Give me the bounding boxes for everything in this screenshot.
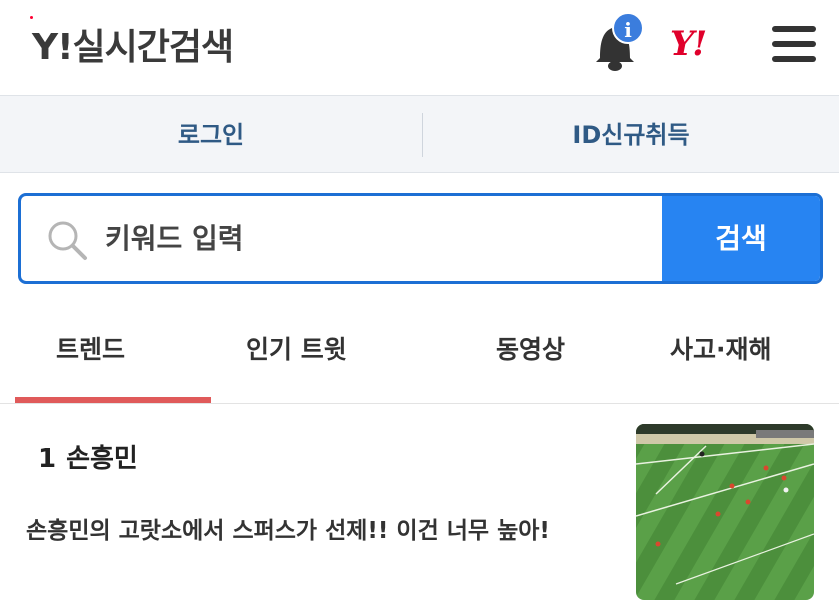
trend-keyword[interactable]: 손흥민 <box>66 444 138 474</box>
trend-thumbnail[interactable] <box>636 424 814 600</box>
login-link[interactable]: 로그인 <box>0 96 422 174</box>
menu-bar <box>772 26 816 32</box>
hamburger-menu-icon[interactable] <box>772 24 816 64</box>
trend-rank-line: 1 손흥민 <box>38 438 138 475</box>
search-icon <box>48 221 87 260</box>
trend-headline[interactable]: 손흥민의 고랏소에서 스퍼스가 선제!! 이건 너무 높아! <box>26 509 586 553</box>
trend-item[interactable]: 1 손흥민 손흥민의 고랏소에서 스퍼스가 선제!! 이건 너무 높아! <box>0 405 839 600</box>
auth-bar: 로그인 ID신규취득 <box>0 95 839 173</box>
register-link[interactable]: ID신규취득 <box>423 96 839 174</box>
search-button[interactable]: 검색 <box>662 196 820 281</box>
app-title[interactable]: Y!실시간검색 <box>32 18 234 70</box>
search-box: 검색 <box>18 193 823 284</box>
menu-bar <box>772 56 816 62</box>
notification-badge: i <box>612 12 644 44</box>
yahoo-logo[interactable]: Y! <box>670 24 707 64</box>
search-input[interactable] <box>105 196 661 281</box>
tab-bar: 트렌드 인기 트윗 동영상 사고·재해 <box>0 300 839 404</box>
menu-bar <box>772 41 816 47</box>
tab-video[interactable]: 동영상 <box>496 330 565 366</box>
header: Y!실시간검색 i Y! <box>0 0 839 95</box>
active-tab-indicator <box>15 397 211 403</box>
tab-accident-disaster[interactable]: 사고·재해 <box>670 330 772 366</box>
tab-popular-tweets[interactable]: 인기 트윗 <box>246 330 347 366</box>
tab-trend[interactable]: 트렌드 <box>56 330 125 366</box>
trend-rank: 1 <box>38 444 57 474</box>
